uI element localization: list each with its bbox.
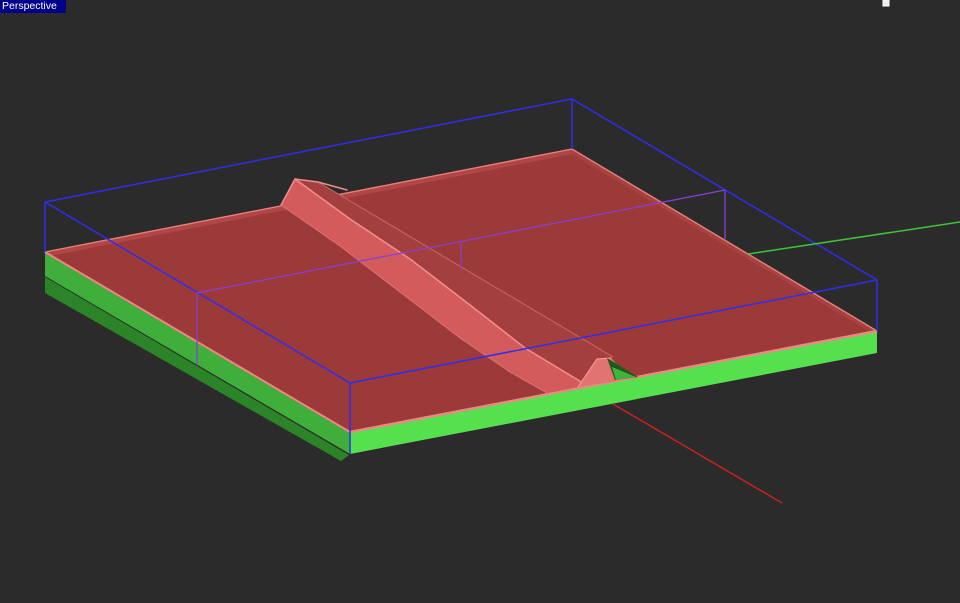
viewport-canvas[interactable] <box>0 0 960 603</box>
y-axis-line <box>748 222 960 254</box>
viewport-3d-perspective[interactable]: Perspective <box>0 0 960 603</box>
viewport-title-label[interactable]: Perspective <box>0 0 66 13</box>
control-point-marker <box>883 0 889 6</box>
x-axis-line <box>613 404 782 503</box>
